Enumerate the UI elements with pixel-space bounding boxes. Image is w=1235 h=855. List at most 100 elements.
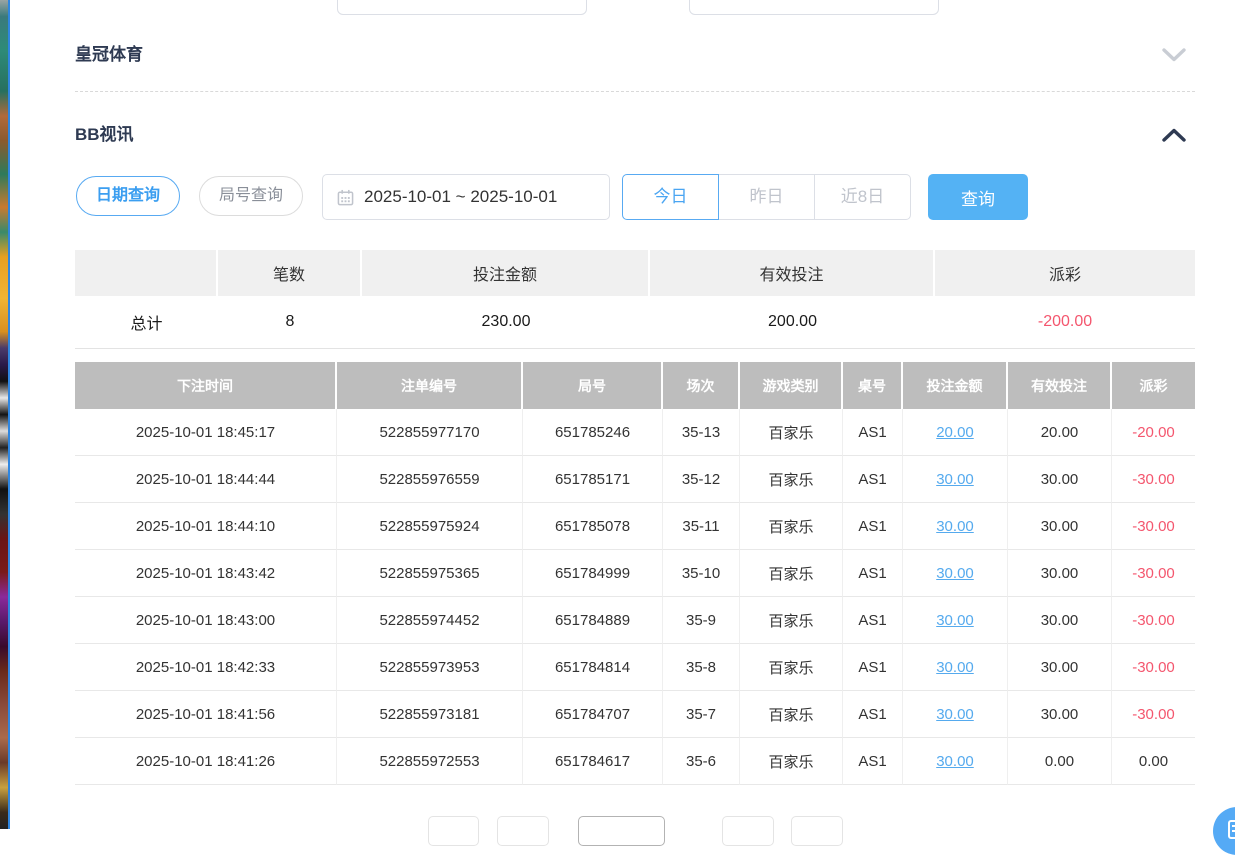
summary-header-count: 笔数 <box>218 250 362 296</box>
table-row: 2025-10-01 18:42:33522855973953651784814… <box>75 644 1195 691</box>
header-table-id: 桌号 <box>843 362 903 409</box>
cell-table-id: AS1 <box>843 691 903 738</box>
cell-payout: -30.00 <box>1112 503 1195 550</box>
cell-round-id: 651784999 <box>523 550 663 597</box>
cell-session: 35-11 <box>663 503 740 550</box>
cell-bet-amount: 30.00 <box>903 597 1008 644</box>
cell-valid-bet: 0.00 <box>1008 738 1112 785</box>
cell-payout: -30.00 <box>1112 550 1195 597</box>
date-range-picker[interactable]: 2025-10-01 ~ 2025-10-01 <box>322 174 610 220</box>
cell-payout: 0.00 <box>1112 738 1195 785</box>
background-art-strip <box>0 0 8 829</box>
bet-amount-link[interactable]: 30.00 <box>936 753 974 770</box>
cell-bet-time: 2025-10-01 18:44:44 <box>75 456 337 503</box>
section-crown-sports[interactable]: 皇冠体育 <box>75 42 1195 68</box>
cell-session: 35-6 <box>663 738 740 785</box>
cell-bet-time: 2025-10-01 18:43:42 <box>75 550 337 597</box>
bet-amount-link[interactable]: 30.00 <box>936 612 974 629</box>
cell-session: 35-13 <box>663 409 740 456</box>
bet-amount-link[interactable]: 30.00 <box>936 471 974 488</box>
bet-amount-link[interactable]: 20.00 <box>936 424 974 441</box>
header-payout: 派彩 <box>1112 362 1195 409</box>
summary-bet-amount-value: 230.00 <box>362 296 650 349</box>
pagination-prev-button[interactable] <box>428 816 479 846</box>
summary-header-blank <box>75 250 218 296</box>
cell-game-type: 百家乐 <box>740 691 843 738</box>
cell-valid-bet: 30.00 <box>1008 644 1112 691</box>
cell-bet-amount: 30.00 <box>903 738 1008 785</box>
cell-table-id: AS1 <box>843 409 903 456</box>
chevron-down-icon[interactable] <box>1162 48 1186 62</box>
pagination-page-size-select[interactable] <box>578 816 665 846</box>
cell-payout: -30.00 <box>1112 597 1195 644</box>
date-query-tab[interactable]: 日期查询 <box>76 176 180 216</box>
table-row: 2025-10-01 18:41:56522855973181651784707… <box>75 691 1195 738</box>
content-panel: 皇冠体育 BB视讯 日期查询 局号查询 2025-10-01 ~ 2025-10… <box>10 0 1235 829</box>
cell-bet-id: 522855972553 <box>337 738 523 785</box>
bet-amount-link[interactable]: 30.00 <box>936 518 974 535</box>
summary-total-row: 总计 8 230.00 200.00 -200.00 <box>75 296 1195 349</box>
cell-valid-bet: 30.00 <box>1008 503 1112 550</box>
today-button[interactable]: 今日 <box>622 174 719 220</box>
cell-bet-time: 2025-10-01 18:41:56 <box>75 691 337 738</box>
summary-header-payout: 派彩 <box>935 250 1195 296</box>
yesterday-button[interactable]: 昨日 <box>718 174 815 220</box>
cell-table-id: AS1 <box>843 597 903 644</box>
summary-header-valid-bet: 有效投注 <box>650 250 935 296</box>
cell-bet-amount: 20.00 <box>903 409 1008 456</box>
cell-bet-time: 2025-10-01 18:44:10 <box>75 503 337 550</box>
pagination <box>10 816 1235 829</box>
cell-payout: -30.00 <box>1112 644 1195 691</box>
bet-amount-link[interactable]: 30.00 <box>936 659 974 676</box>
cell-bet-amount: 30.00 <box>903 456 1008 503</box>
cell-bet-time: 2025-10-01 18:42:33 <box>75 644 337 691</box>
cell-game-type: 百家乐 <box>740 409 843 456</box>
cell-valid-bet: 30.00 <box>1008 691 1112 738</box>
cell-session: 35-7 <box>663 691 740 738</box>
customer-service-float-button[interactable] <box>1213 807 1235 855</box>
pagination-page-button[interactable] <box>722 816 774 846</box>
cell-bet-amount: 30.00 <box>903 644 1008 691</box>
table-row: 2025-10-01 18:44:44522855976559651785171… <box>75 456 1195 503</box>
cell-valid-bet: 30.00 <box>1008 456 1112 503</box>
cell-bet-id: 522855974452 <box>337 597 523 644</box>
cell-bet-amount: 30.00 <box>903 691 1008 738</box>
header-valid-bet: 有效投注 <box>1008 362 1112 409</box>
header-game-type: 游戏类别 <box>740 362 843 409</box>
pagination-next-button[interactable] <box>791 816 843 846</box>
bet-records-table: 下注时间 注单编号 局号 场次 游戏类别 桌号 投注金额 有效投注 派彩 202… <box>75 362 1195 785</box>
pagination-page-button[interactable] <box>497 816 549 846</box>
cell-valid-bet: 30.00 <box>1008 597 1112 644</box>
cell-valid-bet: 30.00 <box>1008 550 1112 597</box>
cell-game-type: 百家乐 <box>740 503 843 550</box>
bet-amount-link[interactable]: 30.00 <box>936 706 974 723</box>
last-8-days-button[interactable]: 近8日 <box>814 174 911 220</box>
header-session: 场次 <box>663 362 740 409</box>
cell-bet-time: 2025-10-01 18:45:17 <box>75 409 337 456</box>
summary-valid-bet-value: 200.00 <box>650 296 935 349</box>
quick-range-group: 今日 昨日 近8日 <box>622 174 911 220</box>
top-input-1[interactable] <box>337 0 587 15</box>
summary-count-value: 8 <box>218 296 362 349</box>
section-title-bb-video: BB视讯 <box>75 125 134 144</box>
cell-payout: -30.00 <box>1112 691 1195 738</box>
header-round-id: 局号 <box>523 362 663 409</box>
cell-bet-id: 522855977170 <box>337 409 523 456</box>
date-range-value: 2025-10-01 ~ 2025-10-01 <box>364 187 557 207</box>
search-button[interactable]: 查询 <box>928 174 1028 220</box>
summary-header-bet-amount: 投注金额 <box>362 250 650 296</box>
cell-table-id: AS1 <box>843 503 903 550</box>
section-bb-video[interactable]: BB视讯 <box>75 122 1195 148</box>
cell-game-type: 百家乐 <box>740 456 843 503</box>
top-input-2[interactable] <box>689 0 939 15</box>
cell-session: 35-9 <box>663 597 740 644</box>
chevron-up-icon[interactable] <box>1162 128 1186 142</box>
cell-valid-bet: 20.00 <box>1008 409 1112 456</box>
cell-game-type: 百家乐 <box>740 597 843 644</box>
table-header-row: 下注时间 注单编号 局号 场次 游戏类别 桌号 投注金额 有效投注 派彩 <box>75 362 1195 409</box>
bet-amount-link[interactable]: 30.00 <box>936 565 974 582</box>
round-query-tab[interactable]: 局号查询 <box>199 176 303 216</box>
cell-game-type: 百家乐 <box>740 550 843 597</box>
cell-bet-time: 2025-10-01 18:43:00 <box>75 597 337 644</box>
cell-bet-amount: 30.00 <box>903 503 1008 550</box>
